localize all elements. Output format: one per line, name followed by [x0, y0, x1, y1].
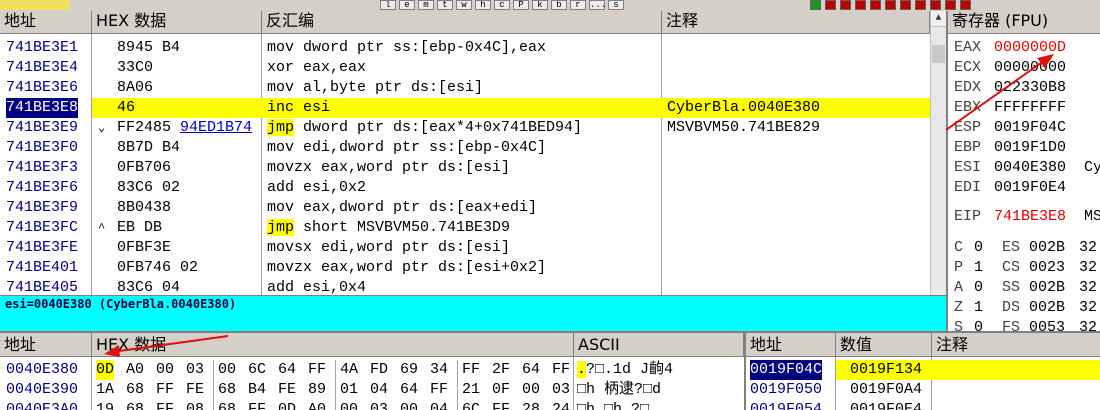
- annotation-arrows: [104, 54, 1054, 357]
- arrow-to-dump-byte-icon: [104, 335, 229, 357]
- arrow-to-eax-icon: [945, 54, 1054, 131]
